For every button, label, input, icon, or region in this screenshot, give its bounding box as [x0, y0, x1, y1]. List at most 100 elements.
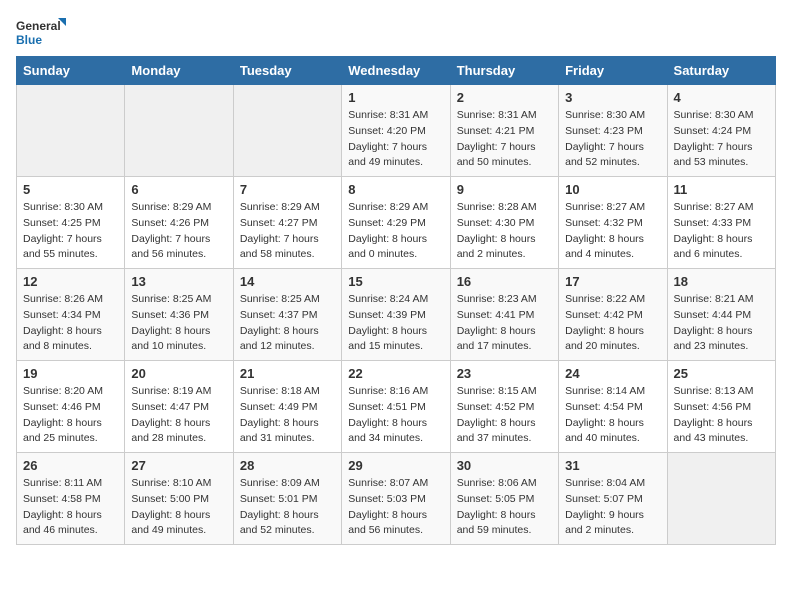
day-info: Sunrise: 8:26 AMSunset: 4:34 PMDaylight:…: [23, 292, 118, 355]
calendar-cell: 29Sunrise: 8:07 AMSunset: 5:03 PMDayligh…: [342, 453, 450, 545]
day-number: 18: [674, 274, 769, 289]
day-number: 19: [23, 366, 118, 381]
day-number: 17: [565, 274, 660, 289]
day-info: Sunrise: 8:11 AMSunset: 4:58 PMDaylight:…: [23, 476, 118, 539]
day-header-wednesday: Wednesday: [342, 57, 450, 85]
day-number: 7: [240, 182, 335, 197]
day-info: Sunrise: 8:29 AMSunset: 4:29 PMDaylight:…: [348, 200, 443, 263]
day-number: 8: [348, 182, 443, 197]
day-info: Sunrise: 8:24 AMSunset: 4:39 PMDaylight:…: [348, 292, 443, 355]
week-row-2: 5 Sunrise: 8:30 AMSunset: 4:25 PMDaylight…: [17, 177, 776, 269]
svg-text:General: General: [16, 19, 61, 33]
calendar-cell: 23 Sunrise: 8:15 AMSunset: 4:52 PMDayligh…: [450, 361, 558, 453]
day-header-friday: Friday: [559, 57, 667, 85]
calendar-table: SundayMondayTuesdayWednesdayThursdayFrid…: [16, 56, 776, 545]
week-row-1: 1 Sunrise: 8:31 AMSunset: 4:20 PMDaylight…: [17, 85, 776, 177]
calendar-cell: 11Sunrise: 8:27 AMSunset: 4:33 PMDayligh…: [667, 177, 775, 269]
calendar-cell: 17 Sunrise: 8:22 AMSunset: 4:42 PMDayligh…: [559, 269, 667, 361]
day-number: 16: [457, 274, 552, 289]
calendar-cell: 9 Sunrise: 8:28 AMSunset: 4:30 PMDaylight…: [450, 177, 558, 269]
calendar-cell: 19 Sunrise: 8:20 AMSunset: 4:46 PMDayligh…: [17, 361, 125, 453]
calendar-cell: 12 Sunrise: 8:26 AMSunset: 4:34 PMDayligh…: [17, 269, 125, 361]
day-info: Sunrise: 8:04 AMSunset: 5:07 PMDaylight:…: [565, 476, 660, 539]
calendar-cell: 1 Sunrise: 8:31 AMSunset: 4:20 PMDaylight…: [342, 85, 450, 177]
page-header: General Blue: [16, 16, 776, 48]
day-header-sunday: Sunday: [17, 57, 125, 85]
day-number: 6: [131, 182, 226, 197]
day-number: 23: [457, 366, 552, 381]
day-number: 3: [565, 90, 660, 105]
logo-svg: General Blue: [16, 16, 66, 48]
day-number: 29: [348, 458, 443, 473]
day-info: Sunrise: 8:30 AMSunset: 4:23 PMDaylight:…: [565, 108, 660, 171]
day-number: 26: [23, 458, 118, 473]
day-number: 24: [565, 366, 660, 381]
calendar-cell: 6 Sunrise: 8:29 AMSunset: 4:26 PMDaylight…: [125, 177, 233, 269]
calendar-cell: 13 Sunrise: 8:25 AMSunset: 4:36 PMDayligh…: [125, 269, 233, 361]
day-info: Sunrise: 8:21 AMSunset: 4:44 PMDaylight:…: [674, 292, 769, 355]
day-info: Sunrise: 8:09 AMSunset: 5:01 PMDaylight:…: [240, 476, 335, 539]
day-info: Sunrise: 8:25 AMSunset: 4:37 PMDaylight:…: [240, 292, 335, 355]
day-header-tuesday: Tuesday: [233, 57, 341, 85]
day-header-thursday: Thursday: [450, 57, 558, 85]
day-info: Sunrise: 8:15 AMSunset: 4:52 PMDaylight:…: [457, 384, 552, 447]
day-header-monday: Monday: [125, 57, 233, 85]
day-number: 9: [457, 182, 552, 197]
week-row-4: 19 Sunrise: 8:20 AMSunset: 4:46 PMDayligh…: [17, 361, 776, 453]
calendar-cell: 25Sunrise: 8:13 AMSunset: 4:56 PMDayligh…: [667, 361, 775, 453]
day-number: 12: [23, 274, 118, 289]
week-row-5: 26 Sunrise: 8:11 AMSunset: 4:58 PMDayligh…: [17, 453, 776, 545]
day-info: Sunrise: 8:22 AMSunset: 4:42 PMDaylight:…: [565, 292, 660, 355]
day-info: Sunrise: 8:30 AMSunset: 4:25 PMDaylight:…: [23, 200, 118, 263]
day-info: Sunrise: 8:18 AMSunset: 4:49 PMDaylight:…: [240, 384, 335, 447]
calendar-cell: [17, 85, 125, 177]
calendar-cell: 26 Sunrise: 8:11 AMSunset: 4:58 PMDayligh…: [17, 453, 125, 545]
calendar-cell: 7 Sunrise: 8:29 AMSunset: 4:27 PMDaylight…: [233, 177, 341, 269]
calendar-cell: [233, 85, 341, 177]
day-info: Sunrise: 8:10 AMSunset: 5:00 PMDaylight:…: [131, 476, 226, 539]
calendar-cell: 21 Sunrise: 8:18 AMSunset: 4:49 PMDayligh…: [233, 361, 341, 453]
day-number: 31: [565, 458, 660, 473]
day-number: 14: [240, 274, 335, 289]
day-info: Sunrise: 8:20 AMSunset: 4:46 PMDaylight:…: [23, 384, 118, 447]
day-info: Sunrise: 8:06 AMSunset: 5:05 PMDaylight:…: [457, 476, 552, 539]
logo: General Blue: [16, 16, 66, 48]
calendar-cell: [125, 85, 233, 177]
day-number: 5: [23, 182, 118, 197]
day-number: 22: [348, 366, 443, 381]
day-number: 21: [240, 366, 335, 381]
calendar-cell: 28 Sunrise: 8:09 AMSunset: 5:01 PMDayligh…: [233, 453, 341, 545]
day-header-saturday: Saturday: [667, 57, 775, 85]
calendar-cell: 2 Sunrise: 8:31 AMSunset: 4:21 PMDaylight…: [450, 85, 558, 177]
day-number: 11: [674, 182, 769, 197]
day-number: 2: [457, 90, 552, 105]
day-number: 10: [565, 182, 660, 197]
calendar-cell: 3 Sunrise: 8:30 AMSunset: 4:23 PMDaylight…: [559, 85, 667, 177]
day-number: 13: [131, 274, 226, 289]
calendar-cell: 31 Sunrise: 8:04 AMSunset: 5:07 PMDayligh…: [559, 453, 667, 545]
header-row: SundayMondayTuesdayWednesdayThursdayFrid…: [17, 57, 776, 85]
day-info: Sunrise: 8:14 AMSunset: 4:54 PMDaylight:…: [565, 384, 660, 447]
calendar-cell: 22Sunrise: 8:16 AMSunset: 4:51 PMDayligh…: [342, 361, 450, 453]
calendar-cell: 20Sunrise: 8:19 AMSunset: 4:47 PMDayligh…: [125, 361, 233, 453]
day-info: Sunrise: 8:23 AMSunset: 4:41 PMDaylight:…: [457, 292, 552, 355]
day-number: 27: [131, 458, 226, 473]
calendar-cell: 4Sunrise: 8:30 AMSunset: 4:24 PMDaylight…: [667, 85, 775, 177]
day-number: 28: [240, 458, 335, 473]
day-number: 15: [348, 274, 443, 289]
day-info: Sunrise: 8:31 AMSunset: 4:20 PMDaylight:…: [348, 108, 443, 171]
day-info: Sunrise: 8:25 AMSunset: 4:36 PMDaylight:…: [131, 292, 226, 355]
calendar-cell: 10 Sunrise: 8:27 AMSunset: 4:32 PMDayligh…: [559, 177, 667, 269]
day-info: Sunrise: 8:30 AMSunset: 4:24 PMDaylight:…: [674, 108, 769, 171]
calendar-cell: 30 Sunrise: 8:06 AMSunset: 5:05 PMDayligh…: [450, 453, 558, 545]
day-number: 30: [457, 458, 552, 473]
day-info: Sunrise: 8:29 AMSunset: 4:26 PMDaylight:…: [131, 200, 226, 263]
calendar-cell: 14 Sunrise: 8:25 AMSunset: 4:37 PMDayligh…: [233, 269, 341, 361]
day-number: 1: [348, 90, 443, 105]
week-row-3: 12 Sunrise: 8:26 AMSunset: 4:34 PMDayligh…: [17, 269, 776, 361]
day-info: Sunrise: 8:29 AMSunset: 4:27 PMDaylight:…: [240, 200, 335, 263]
day-info: Sunrise: 8:27 AMSunset: 4:32 PMDaylight:…: [565, 200, 660, 263]
calendar-cell: [667, 453, 775, 545]
day-info: Sunrise: 8:28 AMSunset: 4:30 PMDaylight:…: [457, 200, 552, 263]
day-info: Sunrise: 8:31 AMSunset: 4:21 PMDaylight:…: [457, 108, 552, 171]
